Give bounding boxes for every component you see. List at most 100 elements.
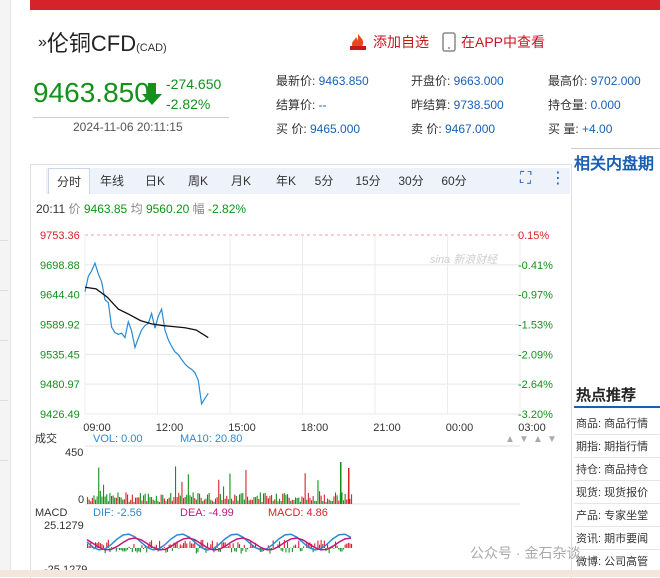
macd-bar xyxy=(345,545,346,548)
volume-vol: VOL: 0.00 xyxy=(93,433,143,445)
volume-bar xyxy=(189,495,190,504)
macd-bar xyxy=(185,541,186,548)
volume-bar xyxy=(277,501,278,504)
macd-bar xyxy=(229,544,230,548)
related-futures-title: 相关内盘期 xyxy=(574,150,654,174)
tab-4[interactable]: 月K xyxy=(223,168,259,194)
quote-field: 买 量: +4.00 xyxy=(548,120,612,137)
tab-3[interactable]: 周K xyxy=(180,168,216,194)
fullscreen-icon[interactable]: ⛶ xyxy=(520,170,531,188)
volume-bar xyxy=(257,496,258,504)
hot-item[interactable]: 现货: 现货报价 xyxy=(576,484,648,500)
hot-recommend-title: 热点推荐 xyxy=(576,384,636,405)
macd-bar xyxy=(180,544,181,548)
macd-bar xyxy=(137,548,138,553)
quote-field-label: 买 量: xyxy=(548,122,579,136)
bottom-strip xyxy=(0,570,660,577)
tab-8[interactable]: 30分 xyxy=(393,168,429,194)
volume-bar xyxy=(300,502,301,504)
y-tick-right: -2.09% xyxy=(518,349,553,361)
volume-bar xyxy=(137,497,138,504)
volume-bar xyxy=(164,498,165,504)
volume-bar xyxy=(186,495,187,504)
macd-bar xyxy=(301,548,302,551)
volume-bar xyxy=(122,500,123,504)
hot-item-label: 期指: xyxy=(576,441,601,453)
macd-bar xyxy=(343,548,344,549)
down-arrow-icon xyxy=(141,82,163,106)
volume-bar xyxy=(156,496,157,504)
add-watchlist-label: 添加自选 xyxy=(373,32,429,52)
quote-field-value: -- xyxy=(315,98,326,112)
hot-item[interactable]: 资讯: 期市要闻 xyxy=(576,530,648,546)
volume-bar xyxy=(335,493,336,504)
volume-bar xyxy=(255,497,256,504)
hot-item-link[interactable]: 期市要闻 xyxy=(601,533,648,545)
view-in-app-button[interactable]: 在APP中查看 xyxy=(442,32,545,52)
volume-bar xyxy=(133,502,134,504)
macd-bar xyxy=(141,545,142,548)
hot-item-link[interactable]: 期指行情 xyxy=(601,441,648,453)
hot-item-link[interactable]: 专家坐堂 xyxy=(601,510,648,522)
tab-2[interactable]: 日K xyxy=(137,168,173,194)
volume-bar xyxy=(241,493,242,504)
hot-separator xyxy=(574,549,660,550)
volume-bar xyxy=(130,500,131,504)
macd-bar xyxy=(319,545,320,548)
macd-bar xyxy=(138,548,139,551)
y-tick-left: 9589.92 xyxy=(40,320,80,332)
volume-bar xyxy=(117,492,118,504)
macd-bar xyxy=(348,543,349,548)
hot-item-link[interactable]: 公司高管 xyxy=(601,556,648,568)
tab-6[interactable]: 5分 xyxy=(309,168,339,194)
macd-bar xyxy=(298,541,299,548)
tab-0[interactable]: 分时 xyxy=(48,168,90,194)
volume-bar xyxy=(233,501,234,504)
x-tick: 00:00 xyxy=(446,422,474,434)
hot-item[interactable]: 商品: 商品行情 xyxy=(576,415,648,431)
volume-bar xyxy=(218,480,219,504)
hot-recommend-underline xyxy=(574,406,660,408)
tab-7[interactable]: 15分 xyxy=(350,168,386,194)
quote-field-value: 9465.000 xyxy=(307,122,360,136)
hot-item-link[interactable]: 商品持仓 xyxy=(601,464,648,476)
macd-bar xyxy=(281,548,282,551)
volume-bar xyxy=(329,500,330,504)
info-price-label: 价 xyxy=(68,202,80,216)
volume-bar xyxy=(225,499,226,504)
volume-arrow-icon: ▲ xyxy=(505,434,515,445)
hot-item-link[interactable]: 现货报价 xyxy=(601,487,648,499)
volume-bar xyxy=(228,499,229,504)
tab-5[interactable]: 年K xyxy=(266,168,306,194)
volume-bar xyxy=(157,501,158,504)
quote-field: 买 价: 9465.000 xyxy=(276,120,360,137)
volume-bar xyxy=(252,500,253,504)
quote-field-value: 9663.000 xyxy=(450,74,503,88)
more-options-icon[interactable]: ⋮ xyxy=(550,168,566,188)
y-tick-right: -3.20% xyxy=(518,409,553,421)
macd-bar xyxy=(129,547,130,548)
hot-item-link[interactable]: 商品行情 xyxy=(601,418,648,430)
info-amp-label: 幅 xyxy=(193,202,205,216)
hot-item[interactable]: 产品: 专家坐堂 xyxy=(576,507,648,523)
tab-9[interactable]: 60分 xyxy=(436,168,472,194)
volume-bar xyxy=(210,500,211,504)
volume-bar xyxy=(213,502,214,504)
volume-bar xyxy=(109,493,110,504)
volume-bar xyxy=(268,498,269,504)
tab-1[interactable]: 年线 xyxy=(92,168,132,194)
volume-bar xyxy=(308,493,309,504)
volume-bar xyxy=(301,497,302,504)
intraday-chart[interactable]: sina 新浪财经9753.369698.889644.409589.92953… xyxy=(30,218,570,577)
add-watchlist-button[interactable]: 添加自选 xyxy=(348,32,429,52)
hot-item[interactable]: 微博: 公司高管 xyxy=(576,553,648,569)
volume-bar xyxy=(108,501,109,504)
hot-item[interactable]: 期指: 期指行情 xyxy=(576,438,648,454)
volume-bar xyxy=(295,497,296,504)
macd-bar xyxy=(189,541,190,548)
volume-bar xyxy=(165,501,166,504)
hot-item[interactable]: 持仓: 商品持仓 xyxy=(576,461,648,477)
macd-bar xyxy=(293,545,294,548)
volume-bar xyxy=(154,501,155,504)
volume-bar xyxy=(269,496,270,504)
